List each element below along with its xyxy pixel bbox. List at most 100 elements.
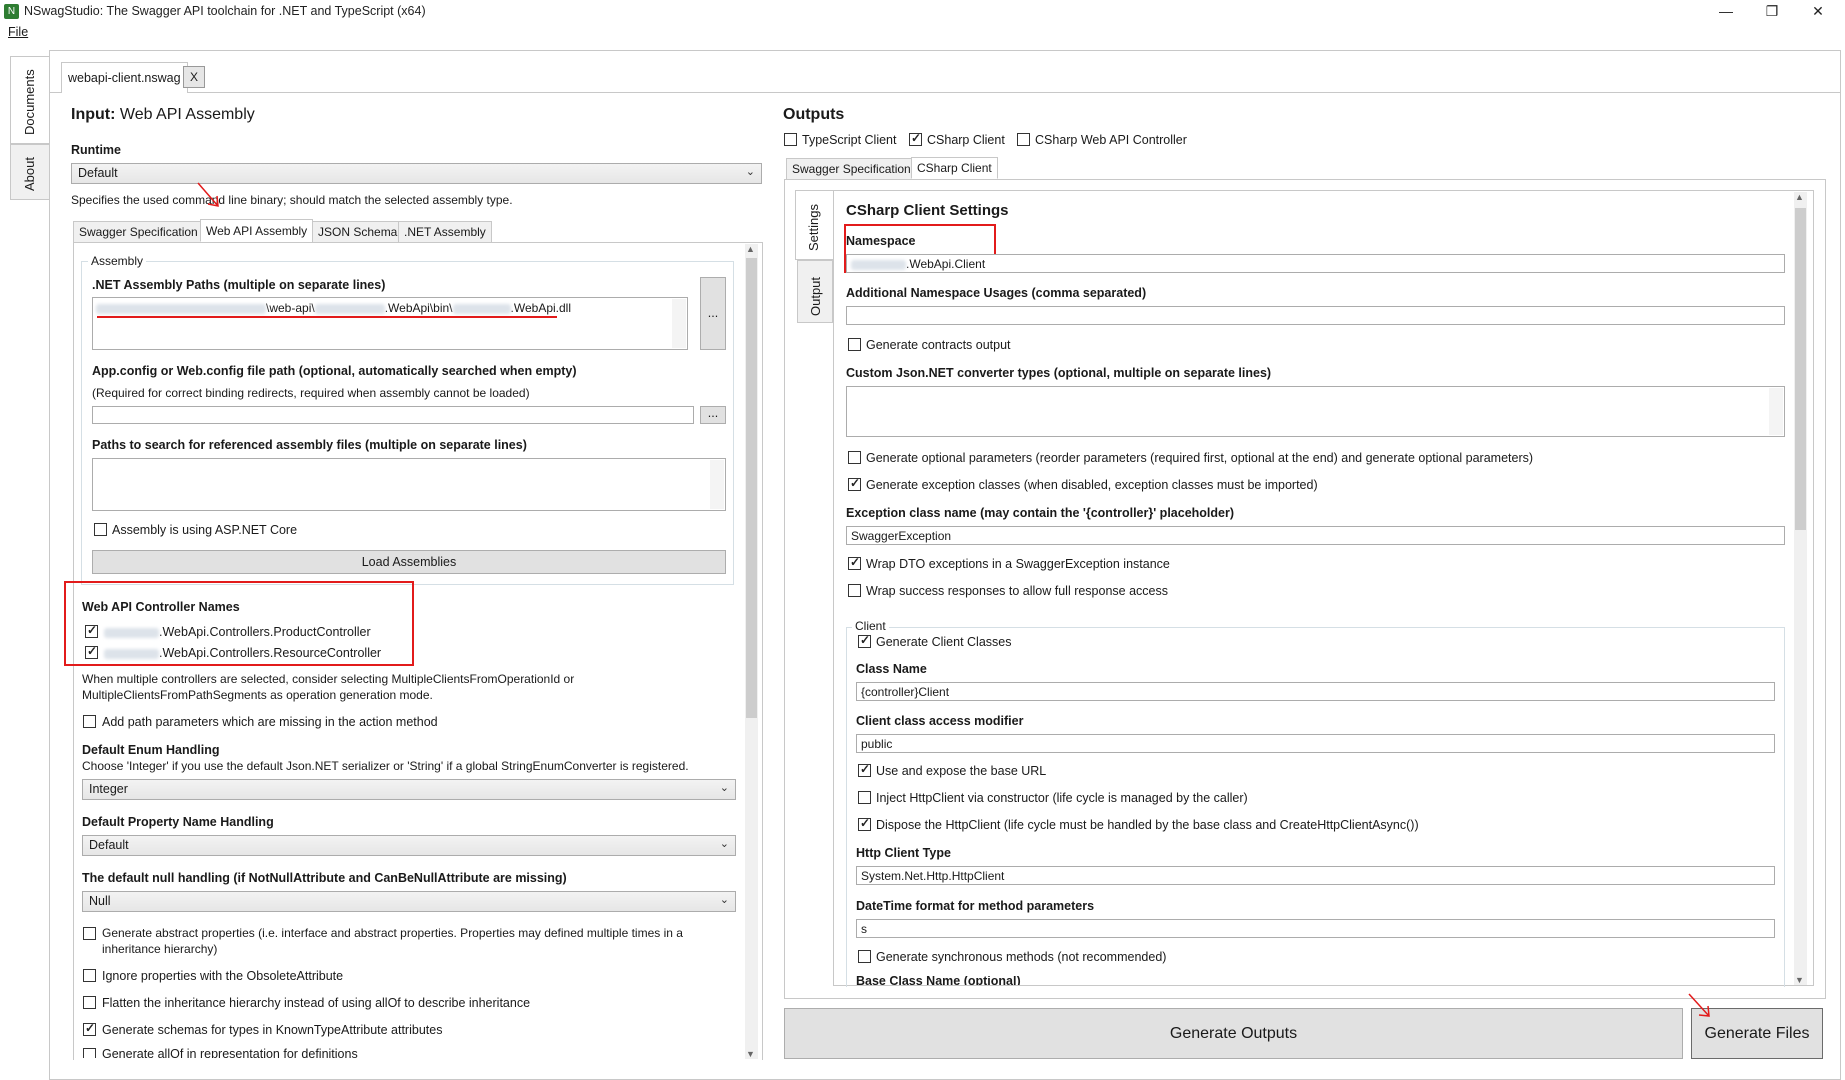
scroll-down-icon[interactable]: ▼ <box>1795 975 1804 985</box>
config-browse-button[interactable]: ... <box>700 406 726 424</box>
cutoff-checkbox[interactable] <box>83 1048 96 1058</box>
vtab-output[interactable]: Output <box>797 260 833 323</box>
contracts-label: Generate contracts output <box>866 338 1011 352</box>
null-handling-label: The default null handling (if NotNullAtt… <box>82 871 567 885</box>
assembly-browse-button[interactable]: ... <box>700 277 726 350</box>
settings-scrollbar-thumb[interactable] <box>1795 208 1806 530</box>
inject-http-checkbox[interactable] <box>858 791 871 804</box>
chevron-down-icon: ⌄ <box>719 782 729 794</box>
side-tab-documents[interactable]: Documents <box>10 56 50 144</box>
base-url-checkbox[interactable] <box>858 762 871 777</box>
wrap-dto-checkbox[interactable] <box>848 555 861 570</box>
input-scrollbar[interactable]: ▲ ▼ <box>745 244 758 1059</box>
exception-name-input[interactable]: SwaggerException <box>846 526 1785 545</box>
tab-output-swagger-specification[interactable]: Swagger Specification <box>786 158 917 180</box>
known-types-checkbox[interactable] <box>83 1021 96 1036</box>
document-tab-label: webapi-client.nswag <box>68 71 181 85</box>
tab-json-schema[interactable]: JSON Schema <box>312 221 404 243</box>
vtab-settings-label: Settings <box>806 204 821 251</box>
datetime-input[interactable]: s <box>856 919 1775 938</box>
property-name-select[interactable]: Default ⌄ <box>82 835 736 856</box>
class-name-label: Class Name <box>856 662 927 676</box>
wrap-success-checkbox[interactable] <box>848 584 861 597</box>
document-tab-close-button[interactable]: X <box>183 66 205 88</box>
flatten-label: Flatten the inheritance hierarchy instea… <box>102 996 531 1010</box>
cs-controller-checkbox[interactable] <box>1017 133 1030 146</box>
runtime-select[interactable]: Default ⌄ <box>71 163 762 184</box>
converters-label: Custom Json.NET converter types (optiona… <box>846 366 1272 380</box>
config-path-input[interactable] <box>92 406 694 424</box>
ts-client-checkbox[interactable] <box>784 133 797 146</box>
scroll-up-icon[interactable]: ▲ <box>746 244 755 254</box>
namespace-input[interactable]: .WebApi.Client <box>846 254 1785 273</box>
side-tab-about[interactable]: About <box>10 144 50 200</box>
cs-client-checkbox[interactable] <box>909 131 922 146</box>
close-button[interactable]: ✕ <box>1795 0 1841 23</box>
access-modifier-input[interactable]: public <box>856 734 1775 753</box>
aspnetcore-checkbox[interactable] <box>94 523 107 536</box>
class-name-input[interactable]: {controller}Client <box>856 682 1775 701</box>
property-name-label: Default Property Name Handling <box>82 815 274 829</box>
minimize-button[interactable]: — <box>1703 0 1749 23</box>
config-path-label: App.config or Web.config file path (opti… <box>92 364 577 378</box>
converters-input[interactable] <box>846 386 1785 437</box>
tab-swagger-specification[interactable]: Swagger Specification <box>73 221 204 243</box>
tab-web-api-assembly[interactable]: Web API Assembly <box>200 219 314 242</box>
app-icon: N <box>4 4 19 19</box>
namespace-label: Namespace <box>846 234 916 248</box>
enum-handling-select[interactable]: Integer ⌄ <box>82 779 736 800</box>
window-title: NSwagStudio: The Swagger API toolchain f… <box>24 4 426 18</box>
dispose-http-label: Dispose the HttpClient (life cycle must … <box>876 818 1419 832</box>
enum-handling-label: Default Enum Handling <box>82 743 220 757</box>
vtab-settings[interactable]: Settings <box>795 190 833 260</box>
contracts-checkbox[interactable] <box>848 338 861 351</box>
base-url-label: Use and expose the base URL <box>876 764 1047 778</box>
input-scrollbar-thumb[interactable] <box>746 258 757 718</box>
enum-handling-hint: Choose 'Integer' if you use the default … <box>82 759 689 773</box>
add-path-params-checkbox[interactable] <box>83 715 96 728</box>
client-group-label: Client <box>852 619 889 633</box>
known-types-label: Generate schemas for types in KnownTypeA… <box>102 1023 443 1037</box>
tab-net-assembly[interactable]: .NET Assembly <box>398 221 492 243</box>
ts-client-label: TypeScript Client <box>802 133 897 147</box>
assembly-paths-label: .NET Assembly Paths (multiple on separat… <box>92 278 386 292</box>
menu-file[interactable]: File <box>8 25 28 39</box>
generate-outputs-button[interactable]: Generate Outputs <box>784 1008 1683 1059</box>
assembly-path-line: \web-api\ .WebApi\bin\ .WebApi.dll <box>96 301 571 315</box>
access-modifier-label: Client class access modifier <box>856 714 1024 728</box>
http-type-label: Http Client Type <box>856 846 951 860</box>
cutoff-label: Generate allOf in representation for def… <box>102 1047 358 1058</box>
null-handling-select[interactable]: Null ⌄ <box>82 891 736 912</box>
gen-client-classes-checkbox[interactable] <box>858 633 871 648</box>
controllers-label: Web API Controller Names <box>82 600 240 614</box>
ref-paths-input[interactable] <box>92 458 726 511</box>
optional-params-checkbox[interactable] <box>848 451 861 464</box>
assembly-group-label: Assembly <box>88 254 147 268</box>
scroll-up-icon[interactable]: ▲ <box>1795 192 1804 202</box>
assembly-paths-input[interactable]: \web-api\ .WebApi\bin\ .WebApi.dll <box>92 297 688 350</box>
multi-hint-2: MultipleClientsFromPathSegments as opera… <box>82 688 433 702</box>
input-heading: Input: Web API Assembly <box>71 106 255 123</box>
dispose-http-checkbox[interactable] <box>858 816 871 831</box>
maximize-button[interactable]: ❐ <box>1749 0 1795 23</box>
ignore-obsolete-checkbox[interactable] <box>83 969 96 982</box>
base-class-cutoff: Base Class Name (optional) <box>856 976 1456 985</box>
sync-methods-checkbox[interactable] <box>858 950 871 963</box>
chevron-down-icon: ⌄ <box>745 166 755 178</box>
flatten-checkbox[interactable] <box>83 996 96 1009</box>
controller1-label: .WebApi.Controllers.ProductController <box>104 625 371 639</box>
add-namespace-input[interactable] <box>846 306 1785 325</box>
tab-output-csharp-client[interactable]: CSharp Client <box>911 157 998 179</box>
http-type-input[interactable]: System.Net.Http.HttpClient <box>856 866 1775 885</box>
outputs-heading: Outputs <box>783 106 845 123</box>
controller1-checkbox[interactable] <box>85 623 98 638</box>
controller2-checkbox[interactable] <box>85 644 98 659</box>
side-tab-documents-label: Documents <box>22 69 37 135</box>
gen-client-classes-label: Generate Client Classes <box>876 635 1012 649</box>
abstract-props-checkbox[interactable] <box>83 927 96 940</box>
document-tab[interactable]: webapi-client.nswag <box>61 62 188 93</box>
load-assemblies-button[interactable]: Load Assemblies <box>92 550 726 574</box>
scroll-down-icon[interactable]: ▼ <box>746 1049 755 1059</box>
settings-scrollbar[interactable]: ▲ ▼ <box>1794 192 1807 985</box>
exception-classes-checkbox[interactable] <box>848 476 861 491</box>
